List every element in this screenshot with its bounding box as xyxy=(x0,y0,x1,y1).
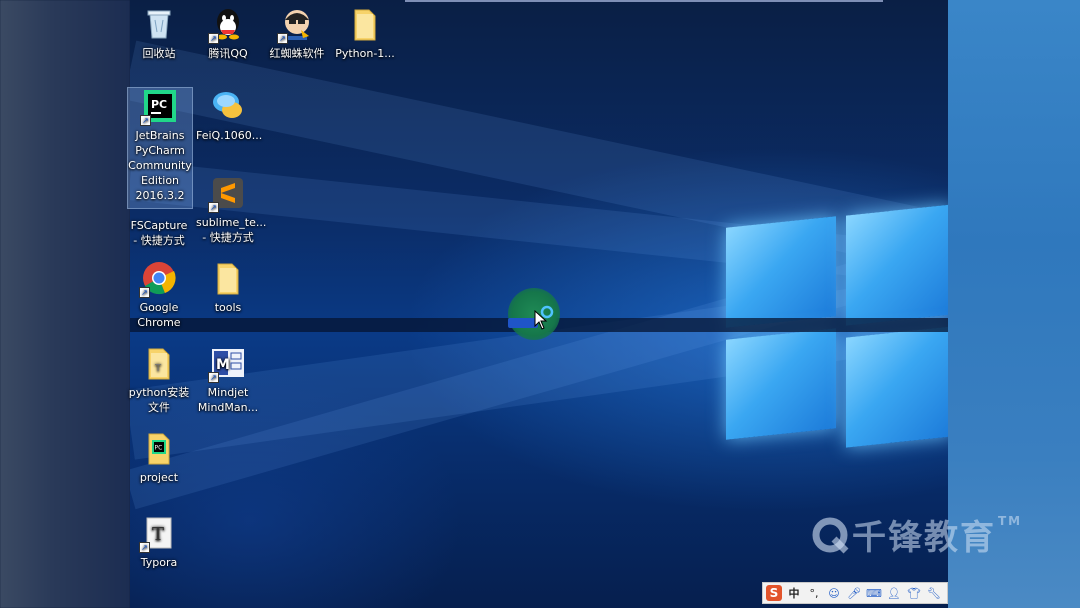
brand-watermark: 千锋教育 TM xyxy=(812,510,1022,559)
desktop-icon-sublime[interactable]: ↗ sublime_te... - 快捷方式 xyxy=(196,175,267,245)
icon-label: Google Chrome xyxy=(137,301,181,329)
desktop-icon-python-installer[interactable]: T python安装文件 xyxy=(127,345,191,415)
shirt-icon[interactable]: 👕︎ xyxy=(906,585,922,601)
svg-text:M: M xyxy=(216,357,230,373)
icon-label: python安装文件 xyxy=(128,386,190,414)
user-icon[interactable]: 👤︎ xyxy=(886,585,902,601)
folder-icon: T xyxy=(141,345,177,381)
ime-punctuation-toggle[interactable]: °, xyxy=(806,585,822,601)
microphone-icon[interactable]: 🎤︎ xyxy=(846,585,862,601)
svg-text:T: T xyxy=(154,363,162,374)
icon-label: Python-1... xyxy=(335,47,395,60)
ime-mode-toggle[interactable]: 中 xyxy=(786,585,802,601)
icon-label: project xyxy=(139,471,179,484)
folder-icon xyxy=(347,6,383,42)
trademark-mark: TM xyxy=(998,513,1023,528)
window-edge-strip xyxy=(405,0,883,2)
chrome-icon: ↗ xyxy=(139,260,177,298)
sogou-logo-icon[interactable]: S xyxy=(766,585,782,601)
folder-icon xyxy=(210,260,246,296)
desktop-icon-python-folder[interactable]: Python-1... xyxy=(333,6,397,61)
desktop-icon-typora[interactable]: T ↗ Typora xyxy=(127,515,191,570)
recycle-bin-icon xyxy=(141,6,177,42)
icon-label: 腾讯QQ xyxy=(208,47,248,60)
pycharm-icon: PC ↗ xyxy=(140,88,178,126)
desktop-icon-chrome[interactable]: ↗ Google Chrome xyxy=(127,260,191,330)
video-pillarbox-left xyxy=(0,0,130,608)
desktop-icon-red-spider[interactable]: ↗ 红蜘蛛软件 xyxy=(265,6,329,61)
desktop-icon-qq[interactable]: ↗ 腾讯QQ xyxy=(196,6,260,61)
watermark-text: 千锋教育 xyxy=(852,518,996,558)
icon-label: FeiQ.1060... xyxy=(196,129,263,142)
icon-label: 回收站 xyxy=(142,47,176,60)
emoji-icon[interactable]: ☺ xyxy=(826,585,842,601)
ime-toolbar[interactable]: S 中 °, ☺ 🎤︎ ⌨ 👤︎ 👕︎ 🔧︎ xyxy=(762,582,948,604)
icon-label: Mindjet MindMan... xyxy=(197,386,259,414)
svg-text:PC: PC xyxy=(151,98,167,111)
mindmanager-icon: M ↗ xyxy=(208,345,246,383)
desktop-icon-recycle-bin[interactable]: 回收站 xyxy=(127,6,191,61)
desktop-icon-feiq[interactable]: FeiQ.1060... xyxy=(196,88,263,143)
qq-icon: ↗ xyxy=(208,6,246,44)
typora-icon: T ↗ xyxy=(139,515,177,553)
wrench-icon[interactable]: 🔧︎ xyxy=(926,585,942,601)
svg-text:T: T xyxy=(152,524,164,545)
red-spider-icon: ↗ xyxy=(277,6,315,44)
icon-label: sublime_te... - 快捷方式 xyxy=(196,216,267,244)
keyboard-icon[interactable]: ⌨ xyxy=(866,585,882,601)
sublime-text-icon: ↗ xyxy=(208,175,246,213)
feiq-icon xyxy=(210,88,246,124)
desktop-icon-tools[interactable]: tools xyxy=(196,260,260,315)
qianfeng-logo-icon xyxy=(812,517,849,553)
icon-label: 红蜘蛛软件 xyxy=(269,47,325,60)
svg-text:PC: PC xyxy=(155,445,163,452)
icon-label: Typora xyxy=(140,556,178,569)
desktop-icon-fscapture[interactable]: FSCapture - 快捷方式 xyxy=(127,178,191,248)
icon-label: FSCapture - 快捷方式 xyxy=(130,219,188,247)
cursor-highlight xyxy=(508,288,560,340)
desktop-icon-project[interactable]: PC project xyxy=(127,430,191,485)
pycharm-project-icon: PC xyxy=(141,430,177,466)
loading-ring-icon xyxy=(540,305,554,319)
desktop-icon-mindmanager[interactable]: M ↗ Mindjet MindMan... xyxy=(196,345,260,415)
icon-label: tools xyxy=(214,301,242,314)
